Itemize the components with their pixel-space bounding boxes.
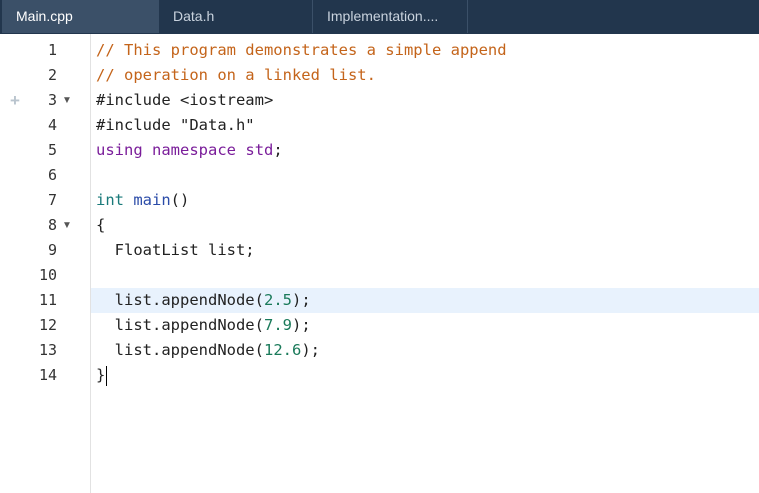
code-token: using xyxy=(96,141,143,159)
code-token: namespace xyxy=(152,141,237,159)
fold-toggle-icon[interactable]: ▼ xyxy=(62,88,72,113)
code-line[interactable]: int main() xyxy=(91,188,759,213)
line-number: 11 xyxy=(38,291,57,309)
gutter-line: 12 xyxy=(2,313,90,338)
line-number: 14 xyxy=(38,366,57,384)
code-token: ); xyxy=(301,341,320,359)
tab-implementation[interactable]: Implementation.... xyxy=(313,0,468,33)
code-line[interactable]: FloatList list; xyxy=(91,238,759,263)
code-area[interactable]: // This program demonstrates a simple ap… xyxy=(91,34,759,493)
gutter-line: 1 xyxy=(2,38,90,63)
tab-main-cpp[interactable]: Main.cpp xyxy=(2,0,159,33)
code-token: main xyxy=(133,191,171,209)
line-number: 9 xyxy=(47,241,57,259)
code-line[interactable]: list.appendNode(12.6); xyxy=(91,338,759,363)
code-token: // operation on a linked list. xyxy=(96,66,376,84)
gutter-line: 10 xyxy=(2,263,90,288)
code-line[interactable]: // operation on a linked list. xyxy=(91,63,759,88)
code-token: #include <iostream> xyxy=(96,91,274,109)
gutter-line: 9 xyxy=(2,238,90,263)
code-token: { xyxy=(96,216,106,234)
text-cursor xyxy=(106,365,108,386)
code-line[interactable]: { xyxy=(91,213,759,238)
code-token: 2.5 xyxy=(263,291,292,309)
gutter-line: +3 ▼ xyxy=(2,88,90,113)
gutter-line: 2 xyxy=(2,63,90,88)
gutter-line: 14 xyxy=(2,363,90,388)
code-token: // This program demonstrates a simple ap… xyxy=(96,41,507,59)
gutter-line: 7 xyxy=(2,188,90,213)
code-token: list.appendNode( xyxy=(96,341,264,359)
code-line[interactable] xyxy=(91,163,759,188)
code-line[interactable]: #include "Data.h" xyxy=(91,113,759,138)
line-number: 12 xyxy=(38,316,57,334)
code-token: list.appendNode( xyxy=(96,291,264,309)
line-number: 5 xyxy=(47,141,57,159)
line-number-gutter: 1 2 +3 ▼ 4 5 6 7 8 ▼ 9 10 11 12 13 14 xyxy=(2,34,91,493)
tab-data-h[interactable]: Data.h xyxy=(159,0,313,33)
line-number: 2 xyxy=(47,66,57,84)
fold-toggle-icon[interactable]: ▼ xyxy=(62,213,72,238)
gutter-line: 13 xyxy=(2,338,90,363)
line-number: 7 xyxy=(47,191,57,209)
line-number: 1 xyxy=(47,41,57,59)
line-number: 8 xyxy=(47,216,57,234)
code-token: ; xyxy=(273,141,283,159)
code-token: std xyxy=(245,141,274,159)
code-line[interactable]: list.appendNode(7.9); xyxy=(91,313,759,338)
code-token: () xyxy=(170,191,190,209)
line-number: 13 xyxy=(38,341,57,359)
code-token: FloatList list; xyxy=(96,241,255,259)
tab-label: Main.cpp xyxy=(16,8,73,24)
code-line[interactable]: // This program demonstrates a simple ap… xyxy=(91,38,759,63)
code-line[interactable] xyxy=(91,263,759,288)
code-token: ); xyxy=(291,316,311,334)
tab-label: Data.h xyxy=(173,8,215,24)
code-token: } xyxy=(96,366,106,384)
code-line[interactable]: list.appendNode(2.5); xyxy=(91,288,759,313)
gutter-line: 6 xyxy=(2,163,90,188)
code-token: 12.6 xyxy=(263,341,302,359)
code-token: #include "Data.h" xyxy=(96,116,255,134)
line-number: 4 xyxy=(47,116,57,134)
gutter-line: 5 xyxy=(2,138,90,163)
line-number: 6 xyxy=(47,166,57,184)
gutter-line: 4 xyxy=(2,113,90,138)
tab-label: Implementation.... xyxy=(327,8,439,24)
code-token: 7.9 xyxy=(263,316,292,334)
code-line[interactable]: using namespace std; xyxy=(91,138,759,163)
gutter-line: 11 xyxy=(2,288,90,313)
add-breakpoint-icon[interactable]: + xyxy=(10,88,20,113)
code-token: list.appendNode( xyxy=(96,316,264,334)
code-token: int xyxy=(96,191,124,209)
code-line[interactable]: } xyxy=(91,363,759,388)
code-token: ); xyxy=(291,291,311,309)
tab-bar: Main.cpp Data.h Implementation.... xyxy=(0,0,759,34)
gutter-line: 8 ▼ xyxy=(2,213,90,238)
line-number: 10 xyxy=(38,266,57,284)
code-editor[interactable]: 1 2 +3 ▼ 4 5 6 7 8 ▼ 9 10 11 12 13 14 // This program d… xyxy=(0,34,759,493)
code-line[interactable]: #include <iostream> xyxy=(91,88,759,113)
line-number: 3 xyxy=(47,91,57,109)
